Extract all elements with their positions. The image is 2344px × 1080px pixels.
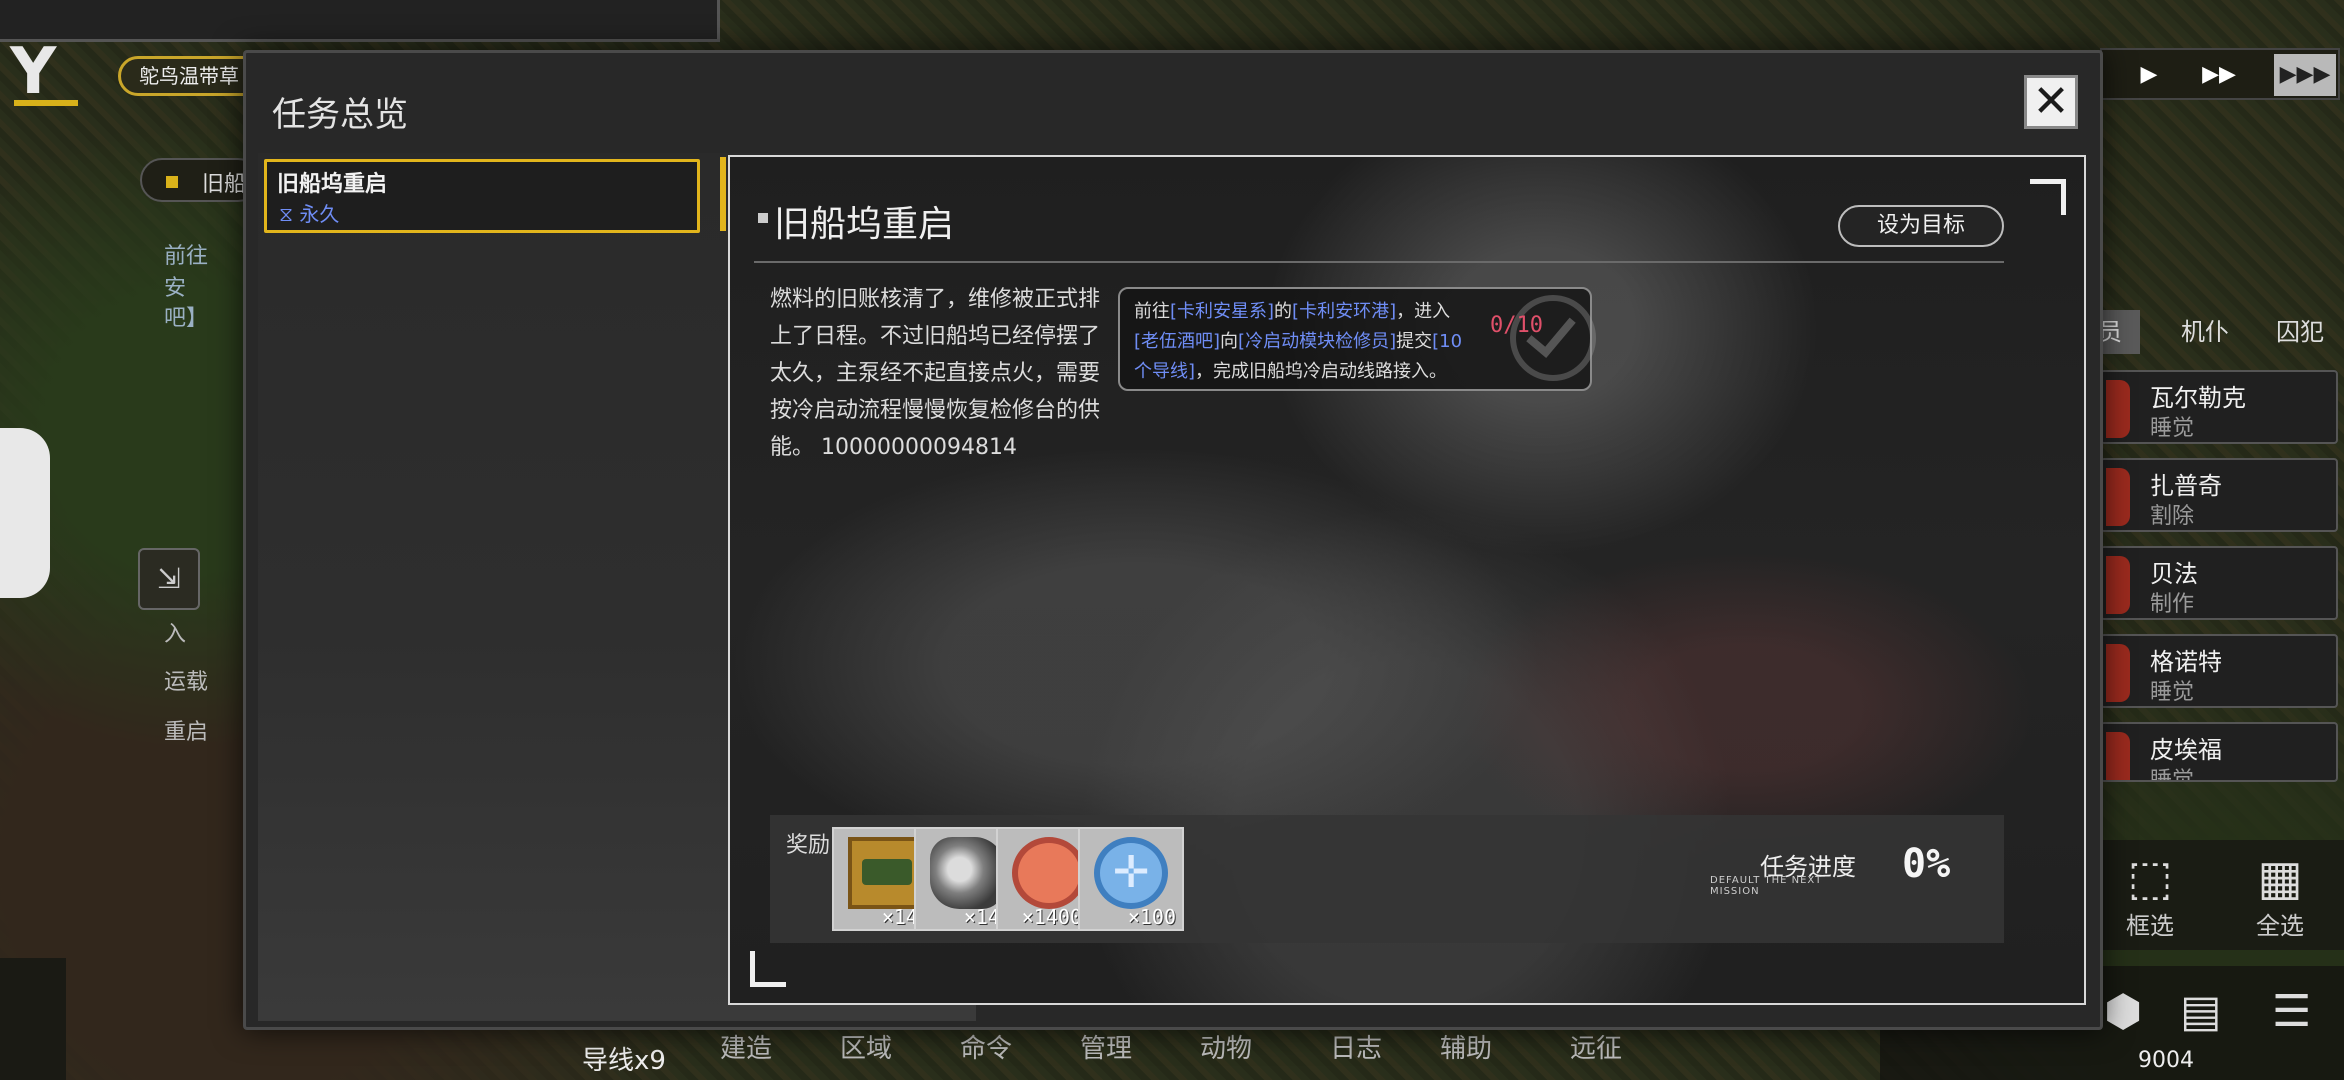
quest-step-line: 吧】 — [164, 306, 209, 331]
tab-prisoners[interactable]: 囚犯 — [2260, 310, 2340, 354]
nav-zone[interactable]: 区域 — [840, 1028, 892, 1065]
select-all-button[interactable]: ▦ 全选 — [2230, 850, 2330, 941]
blue-crosshair-icon — [1094, 837, 1168, 909]
quest-description: 燃料的旧账核清了，维修被正式排上了日程。不过旧船坞已经停摆了太久，主泵经不起直接… — [770, 287, 1101, 460]
tab-servitors[interactable]: 机仆 — [2160, 310, 2250, 354]
crew-card[interactable]: 瓦尔勒克 睡觉 — [2100, 370, 2338, 444]
avatar — [2106, 732, 2130, 780]
crew-name: 格诺特 — [2150, 648, 2222, 676]
select-all-label: 全选 — [2256, 912, 2304, 940]
crew-name: 扎普奇 — [2150, 472, 2222, 500]
nav-animals[interactable]: 动物 — [1200, 1028, 1252, 1065]
frame-corner-bottom-left — [750, 951, 786, 987]
crew-card[interactable]: 皮埃福 睡觉 — [2100, 722, 2338, 782]
rewards-panel: 奖励 ×140 ×140 ×14000 ×100 任务进度 DEFAULT TH… — [770, 815, 2004, 943]
quest-objective-card: 前往[卡利安星系]的[卡利安环港]，进入[老伍酒吧]向[冷启动模块检修员]提交[… — [1118, 287, 1596, 391]
quest-step-line: 安 — [164, 276, 187, 301]
quest-step-line: 入 — [164, 622, 187, 647]
crew-status: 睡觉 — [2150, 416, 2195, 441]
game-logo-icon: Y — [10, 35, 57, 109]
avatar — [2106, 644, 2130, 702]
quest-overview-dialog: 任务总览 ✕ 旧船坞重启 ⧖ 永久 旧船坞重启 设为目标 燃料的旧账核清了，维修… — [243, 50, 2103, 1030]
quest-list-item[interactable]: 旧船坞重启 ⧖ 永久 — [264, 159, 700, 233]
play-speed-2-button[interactable]: ▶▶ — [2192, 54, 2246, 96]
tracked-quest-pill[interactable]: 旧船 — [140, 158, 260, 202]
crew-card[interactable]: 格诺特 睡觉 — [2100, 634, 2338, 708]
rewards-label: 奖励 — [786, 833, 831, 858]
crew-status: 睡觉 — [2150, 680, 2195, 705]
play-speed-3-button[interactable]: ▶▶▶ — [2274, 54, 2336, 96]
crew-name: 贝法 — [2150, 560, 2198, 588]
box-select-icon: ⬚ — [2127, 850, 2173, 906]
nav-manage[interactable]: 管理 — [1080, 1028, 1132, 1065]
close-icon: ✕ — [2032, 76, 2070, 127]
title-bullet-icon — [758, 213, 768, 223]
progress-subtitle: DEFAULT THE NEXT MISSION — [1710, 875, 1823, 897]
nav-expedition[interactable]: 远征 — [1570, 1028, 1622, 1065]
nav-command[interactable]: 命令 — [960, 1028, 1012, 1065]
dialog-title: 任务总览 — [272, 95, 408, 135]
play-speed-1-button[interactable]: ▶ — [2122, 54, 2176, 96]
crew-name: 皮埃福 — [2150, 736, 2222, 764]
box-select-button[interactable]: ⬚ 框选 — [2100, 850, 2200, 941]
objective-text: 前往[卡利安星系]的[卡利安环港]，进入[老伍酒吧]向[冷启动模块检修员]提交[… — [1134, 301, 1463, 382]
quest-duration: ⧖ 永久 — [279, 202, 340, 226]
progress-value: 0% — [1902, 841, 1951, 887]
crew-card[interactable]: 贝法 制作 — [2100, 546, 2338, 620]
objective-npc[interactable]: [冷启动模块检修员] — [1238, 331, 1396, 352]
list-scroll-indicator[interactable] — [720, 157, 726, 231]
quest-step-line: 运载 — [164, 670, 209, 695]
exit-door-icon[interactable]: ⇲ — [138, 548, 200, 610]
selection-actions: ⬚ 框选 ▦ 全选 — [2080, 840, 2344, 950]
objective-port[interactable]: [卡利安环港] — [1292, 301, 1396, 322]
quest-name: 旧船坞重启 — [277, 172, 388, 197]
crew-status: 睡觉 — [2150, 768, 2195, 782]
reward-count: ×100 — [1127, 905, 1176, 929]
objective-count: 0/10 — [1490, 313, 1543, 338]
menu-icon[interactable]: ☰ — [2272, 986, 2311, 1037]
nav-assist[interactable]: 辅助 — [1440, 1028, 1492, 1065]
checkmark-icon — [1510, 295, 1596, 381]
nav-log[interactable]: 日志 — [1330, 1028, 1382, 1065]
quest-detail-panel: 旧船坞重启 设为目标 燃料的旧账核清了，维修被正式排上了日程。不过旧船坞已经停摆… — [728, 155, 2086, 1005]
avatar — [2106, 380, 2130, 438]
crew-status: 割除 — [2150, 504, 2195, 529]
crew-status: 制作 — [2150, 592, 2195, 617]
orange-shield-icon — [1012, 837, 1086, 909]
select-all-icon: ▦ — [2257, 850, 2303, 906]
set-target-button[interactable]: 设为目标 — [1838, 205, 2004, 247]
avatar — [2106, 556, 2130, 614]
frame-corner-top-right — [2030, 179, 2066, 215]
close-button[interactable]: ✕ — [2024, 75, 2078, 129]
box-select-label: 框选 — [2126, 912, 2174, 940]
quest-step-line: 前往 — [164, 244, 209, 269]
logo-accent-bar — [14, 100, 78, 106]
bottom-left-panel — [0, 958, 66, 1080]
title-divider — [754, 261, 2004, 263]
tracked-quest-label: 旧船 — [202, 172, 247, 197]
objective-bar[interactable]: [老伍酒吧] — [1134, 331, 1220, 352]
quest-step-line: 重启 — [164, 720, 209, 745]
crew-name: 瓦尔勒克 — [2150, 384, 2246, 412]
game-speed-bar: ▶ ▶▶ ▶▶▶ — [2100, 48, 2340, 100]
top-info-strip — [0, 0, 720, 42]
folder-icon[interactable]: ▤ — [2180, 986, 2222, 1037]
crew-card[interactable]: 扎普奇 割除 — [2100, 458, 2338, 532]
avatar — [2106, 468, 2130, 526]
nav-build[interactable]: 建造 — [720, 1028, 772, 1065]
quest-marker-icon — [166, 176, 178, 188]
ore-chunk-icon — [930, 837, 1004, 909]
resource-count: 9004 — [2138, 1048, 2194, 1073]
quest-detail-title: 旧船坞重启 — [774, 204, 955, 245]
supply-crate-icon — [848, 837, 922, 909]
side-drawer-handle[interactable] — [0, 428, 50, 598]
reward-slot[interactable]: ×100 — [1078, 827, 1184, 931]
crew-tabs: 员 机仆 囚犯 — [2080, 310, 2344, 354]
cube-icon[interactable]: ⬢ — [2104, 986, 2142, 1037]
objective-system[interactable]: [卡利安星系] — [1170, 301, 1274, 322]
